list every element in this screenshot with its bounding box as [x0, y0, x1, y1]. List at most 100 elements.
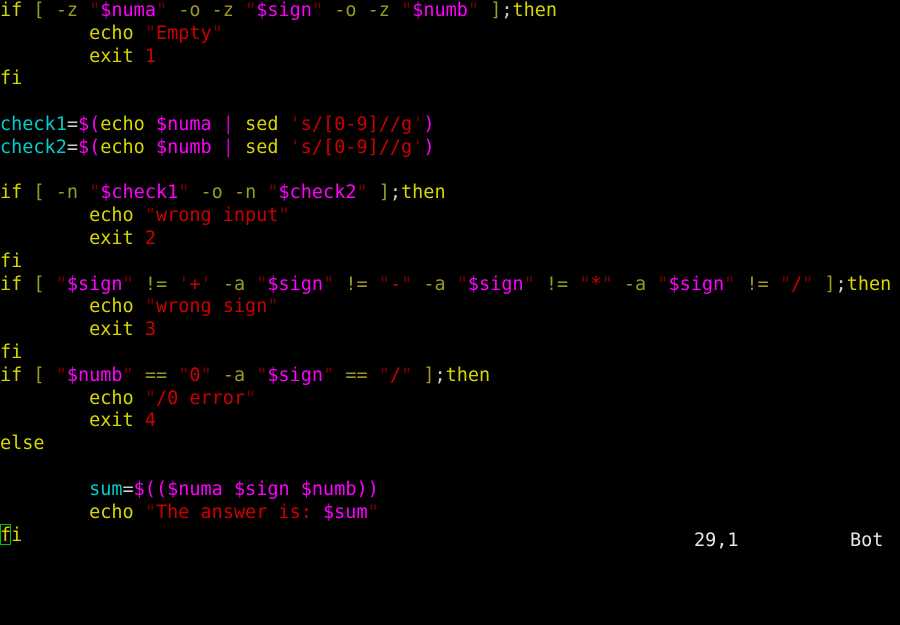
terminal-window[interactable]: if [ -z "$numa" -o -z "$sign" -o -z "$nu… [0, 0, 900, 557]
code-token: $numa [155, 113, 212, 135]
code-token: sed [245, 136, 279, 158]
code-token: $numb [300, 478, 357, 500]
code-token: $sign [267, 273, 324, 295]
code-token: ' [289, 113, 301, 135]
code-token: " [155, 0, 168, 21]
code-token: " [267, 182, 279, 204]
code-line[interactable]: if [ "$sign" != '+' -a "$sign" != "-" -a… [0, 274, 900, 297]
code-token: sum [89, 478, 123, 500]
code-line[interactable]: echo "/0 error" [0, 388, 900, 411]
code-line[interactable]: echo "wrong input" [0, 205, 900, 228]
code-token: echo [89, 296, 134, 318]
code-token: exit [89, 227, 134, 249]
code-token: ] [423, 364, 435, 386]
ruler-cursor-position: 29,1 [694, 530, 739, 551]
code-line[interactable]: exit 1 [0, 46, 900, 69]
code-line[interactable]: exit 4 [0, 410, 900, 433]
code-line[interactable]: fi [0, 342, 900, 365]
code-token: fi [0, 341, 23, 363]
code-token: $sign [668, 273, 725, 295]
code-token: " [779, 273, 791, 295]
code-token: sed [245, 113, 279, 135]
code-token: [ [33, 0, 45, 21]
code-token: -n [233, 182, 257, 204]
code-token: -z [55, 0, 78, 21]
code-token: -z [211, 0, 234, 21]
code-token: " [724, 273, 736, 295]
code-token: " [55, 364, 67, 386]
code-token: + [189, 273, 201, 295]
code-token: wrong sign [155, 296, 268, 318]
code-line[interactable]: if [ -z "$numa" -o -z "$sign" -o -z "$nu… [0, 0, 900, 23]
code-token: $sign [467, 273, 524, 295]
code-token: then [401, 182, 446, 204]
code-line[interactable]: if [ -n "$check1" -o -n "$check2" ];then [0, 182, 900, 205]
code-line[interactable]: echo "Empty" [0, 23, 900, 46]
code-token: $numb [66, 364, 123, 386]
code-line[interactable] [0, 456, 900, 479]
code-line[interactable] [0, 160, 900, 183]
code-token: " [55, 273, 67, 295]
code-line[interactable]: echo "The answer is: $sum" [0, 502, 900, 525]
code-line[interactable]: else [0, 433, 900, 456]
code-token: $( [77, 113, 101, 135]
code-token: " [89, 182, 101, 204]
code-line[interactable]: fi [0, 251, 900, 274]
code-token: == [144, 364, 168, 386]
code-token: / [389, 364, 402, 386]
cursor-character: f [0, 525, 12, 547]
code-token: " [367, 501, 379, 523]
code-token: " [245, 0, 257, 21]
code-token: " [267, 296, 279, 318]
code-line[interactable]: exit 2 [0, 228, 900, 251]
code-line[interactable] [0, 91, 900, 114]
code-line[interactable]: echo "wrong sign" [0, 296, 900, 319]
code-line[interactable]: sum=$(($numa $sign $numb)) [0, 479, 900, 502]
code-line[interactable]: fi [0, 68, 900, 91]
code-token: " [523, 273, 535, 295]
code-line[interactable]: check2=$(echo $numb | sed 's/[0-9]//g') [0, 137, 900, 160]
code-token: " [456, 273, 468, 295]
code-token: Empty [155, 22, 212, 44]
code-token: $(( [133, 478, 168, 500]
code-token: " [144, 205, 156, 227]
code-token: check1 [0, 113, 67, 135]
code-token: ' [412, 113, 424, 135]
code-token: == [345, 364, 368, 386]
code-token: != [144, 273, 168, 295]
code-line[interactable]: exit 3 [0, 319, 900, 342]
editor-buffer[interactable]: if [ -z "$numa" -o -z "$sign" -o -z "$nu… [0, 0, 900, 547]
code-line[interactable]: check1=$(echo $numa | sed 's/[0-9]//g') [0, 114, 900, 137]
code-token: The answer is: [155, 501, 324, 523]
code-token: [ [33, 273, 45, 295]
code-token: then [846, 273, 892, 295]
code-token: exit [89, 410, 134, 432]
code-token: " [89, 0, 101, 21]
code-line[interactable]: if [ "$numb" == "0" -a "$sign" == "/" ];… [0, 365, 900, 388]
